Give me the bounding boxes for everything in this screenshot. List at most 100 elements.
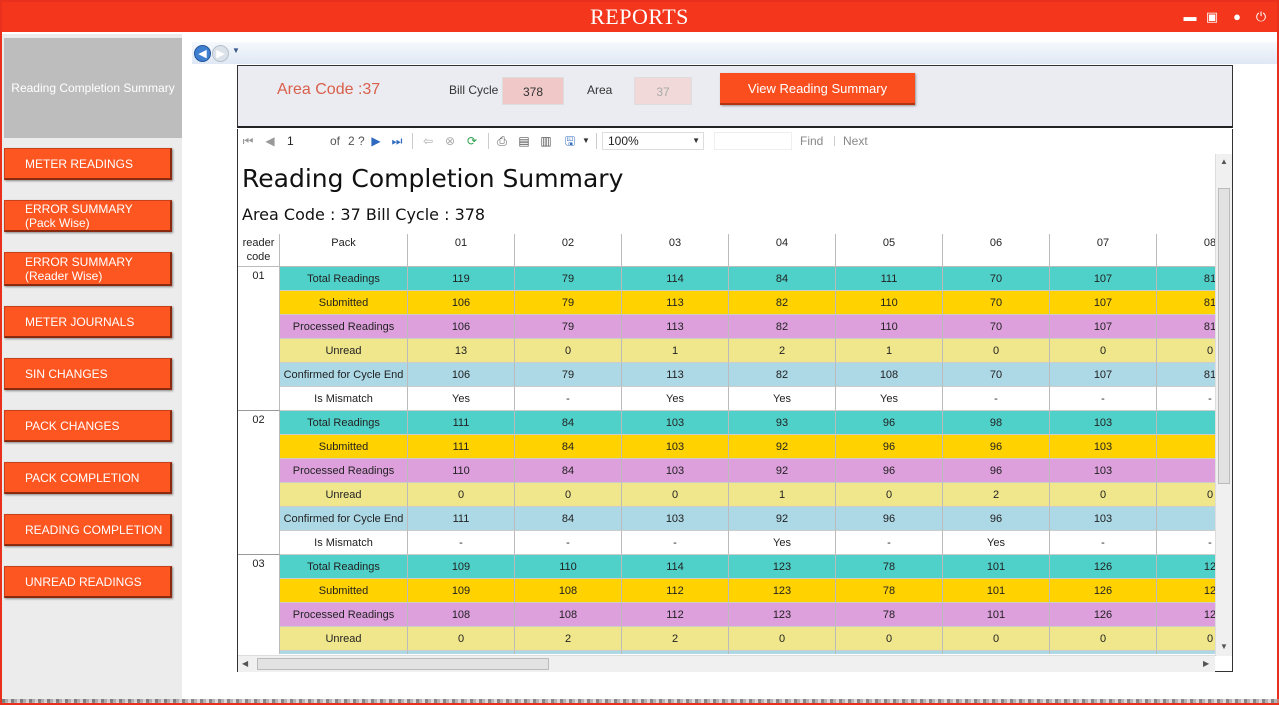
table-cell: 106 — [408, 363, 515, 387]
scroll-left-icon[interactable]: ◀ — [242, 659, 248, 668]
forward-arrow-icon[interactable]: ▶ — [212, 45, 229, 62]
vertical-scroll-thumb[interactable] — [1218, 188, 1230, 484]
table-cell: - — [1157, 531, 1218, 555]
table-cell: 84 — [515, 459, 622, 483]
nav-button-label: ERROR SUMMARY (Pack Wise) — [25, 201, 133, 230]
table-cell: 92 — [729, 435, 836, 459]
table-cell: 0 — [943, 627, 1050, 651]
back-arrow-icon[interactable]: ◀ — [194, 45, 211, 62]
refresh-icon[interactable]: ⟳ — [464, 133, 480, 149]
nav-button-label: UNREAD READINGS — [25, 574, 142, 589]
col-header-pack-06: 06 — [943, 234, 1050, 267]
vertical-scrollbar[interactable]: ▲ ▼ — [1215, 154, 1232, 656]
print-layout-icon[interactable]: ▤ — [516, 133, 532, 149]
table-cell: 96 — [836, 459, 943, 483]
maximize-icon[interactable]: ▣ — [1204, 9, 1220, 25]
table-cell: 82 — [729, 315, 836, 339]
scroll-right-icon[interactable]: ▶ — [1203, 659, 1209, 668]
power-icon[interactable]: ⏻ — [1253, 9, 1269, 25]
minimize-icon[interactable]: ▬ — [1182, 9, 1198, 25]
table-cell: 0 — [1050, 339, 1157, 363]
table-cell: 107 — [1050, 291, 1157, 315]
window-title: REPORTS — [590, 4, 689, 29]
table-cell: 79 — [515, 363, 622, 387]
user-icon[interactable]: ● — [1229, 9, 1245, 25]
find-input[interactable] — [714, 132, 792, 150]
table-cell: 112 — [622, 579, 729, 603]
table-cell: 103 — [622, 435, 729, 459]
table-cell: 1 — [729, 483, 836, 507]
table-cell: 70 — [943, 363, 1050, 387]
history-dropdown-icon[interactable]: ▼ — [232, 46, 240, 55]
scroll-down-icon[interactable]: ▼ — [1220, 642, 1228, 651]
table-cell: 0 — [1050, 627, 1157, 651]
table-cell: 0 — [836, 627, 943, 651]
table-cell: 92 — [729, 507, 836, 531]
table-cell: 113 — [622, 291, 729, 315]
stop-icon[interactable]: ⊗ — [442, 133, 458, 149]
export-icon[interactable]: 🖫 — [562, 133, 578, 149]
horizontal-scroll-thumb[interactable] — [257, 658, 549, 670]
export-dropdown-icon[interactable]: ▼ — [578, 133, 594, 149]
row-label-unread: Unread — [280, 627, 408, 651]
table-cell: 0 — [1157, 627, 1218, 651]
table-cell: 110 — [836, 291, 943, 315]
view-reading-summary-button[interactable]: View Reading Summary — [720, 73, 915, 105]
row-label-processed-readings: Processed Readings — [280, 459, 408, 483]
horizontal-scrollbar[interactable]: ◀ ▶ — [238, 655, 1215, 672]
row-label-processed-readings: Processed Readings — [280, 315, 408, 339]
back-to-parent-icon[interactable]: ⇦ — [420, 133, 436, 149]
nav-button-reading-completion[interactable]: READING COMPLETION — [4, 514, 172, 546]
table-cell: - — [515, 531, 622, 555]
last-page-icon[interactable]: ⏭ — [389, 133, 405, 149]
scroll-up-icon[interactable]: ▲ — [1220, 157, 1228, 166]
first-page-icon[interactable]: ⏮ — [240, 133, 256, 149]
nav-button-error-summary-pack-wise[interactable]: ERROR SUMMARY (Pack Wise) — [4, 200, 172, 232]
find-link[interactable]: Find — [800, 133, 823, 149]
table-cell: 111 — [408, 411, 515, 435]
nav-button-sin-changes[interactable]: SIN CHANGES — [4, 358, 172, 390]
bill-cycle-input[interactable]: 378 — [502, 77, 564, 105]
nav-button-pack-completion[interactable]: PACK COMPLETION — [4, 462, 172, 494]
nav-button-meter-journals[interactable]: METER JOURNALS — [4, 306, 172, 338]
nav-button-unread-readings[interactable]: UNREAD READINGS — [4, 566, 172, 598]
table-cell: 108 — [408, 603, 515, 627]
table-cell: - — [1157, 387, 1218, 411]
previous-page-icon[interactable]: ◀ — [262, 133, 278, 149]
table-cell: 123 — [729, 603, 836, 627]
next-page-icon[interactable]: ▶ — [368, 133, 384, 149]
nav-button-error-summary-reader-wise[interactable]: ERROR SUMMARY (Reader Wise) — [4, 252, 172, 286]
row-label-is-mismatch: Is Mismatch — [280, 387, 408, 411]
table-cell: - — [836, 531, 943, 555]
report-viewer: Reading Completion Summary Area Code : 3… — [237, 154, 1233, 672]
table-cell — [836, 651, 943, 654]
table-cell: 78 — [836, 555, 943, 579]
row-label-submitted: Submitted — [280, 579, 408, 603]
col-header-pack-05: 05 — [836, 234, 943, 267]
area-input: 37 — [634, 77, 692, 105]
row-label-submitted: Submitted — [280, 291, 408, 315]
table-cell: Yes — [622, 387, 729, 411]
next-link[interactable]: Next — [843, 133, 868, 149]
title-bar: REPORTS ▬ ▣ ● ⏻ — [2, 2, 1277, 32]
navigation-bar: ◀ ▶ ▼ — [192, 42, 1277, 64]
nav-button-meter-readings[interactable]: METER READINGS — [4, 148, 172, 180]
page-setup-icon[interactable]: ▥ — [538, 133, 554, 149]
nav-button-pack-changes[interactable]: PACK CHANGES — [4, 410, 172, 442]
reader-code-cell: 01 — [238, 267, 280, 411]
zoom-select[interactable]: 100% ▼ — [602, 132, 704, 150]
col-header-pack-02: 02 — [515, 234, 622, 267]
table-cell: 79 — [515, 291, 622, 315]
table-cell: 109 — [408, 579, 515, 603]
table-cell: 96 — [943, 435, 1050, 459]
table-cell: 0 — [408, 627, 515, 651]
table-cell: - — [1050, 531, 1157, 555]
table-cell: - — [622, 531, 729, 555]
row-label-confirmed-for-cycle-end: Confirmed for Cycle End — [280, 363, 408, 387]
table-cell: 70 — [943, 315, 1050, 339]
page-number-input[interactable]: 1 — [283, 132, 323, 150]
table-cell: 0 — [515, 339, 622, 363]
print-icon[interactable]: ⎙ — [494, 133, 510, 149]
table-cell: 13 — [408, 339, 515, 363]
table-cell: 70 — [943, 291, 1050, 315]
